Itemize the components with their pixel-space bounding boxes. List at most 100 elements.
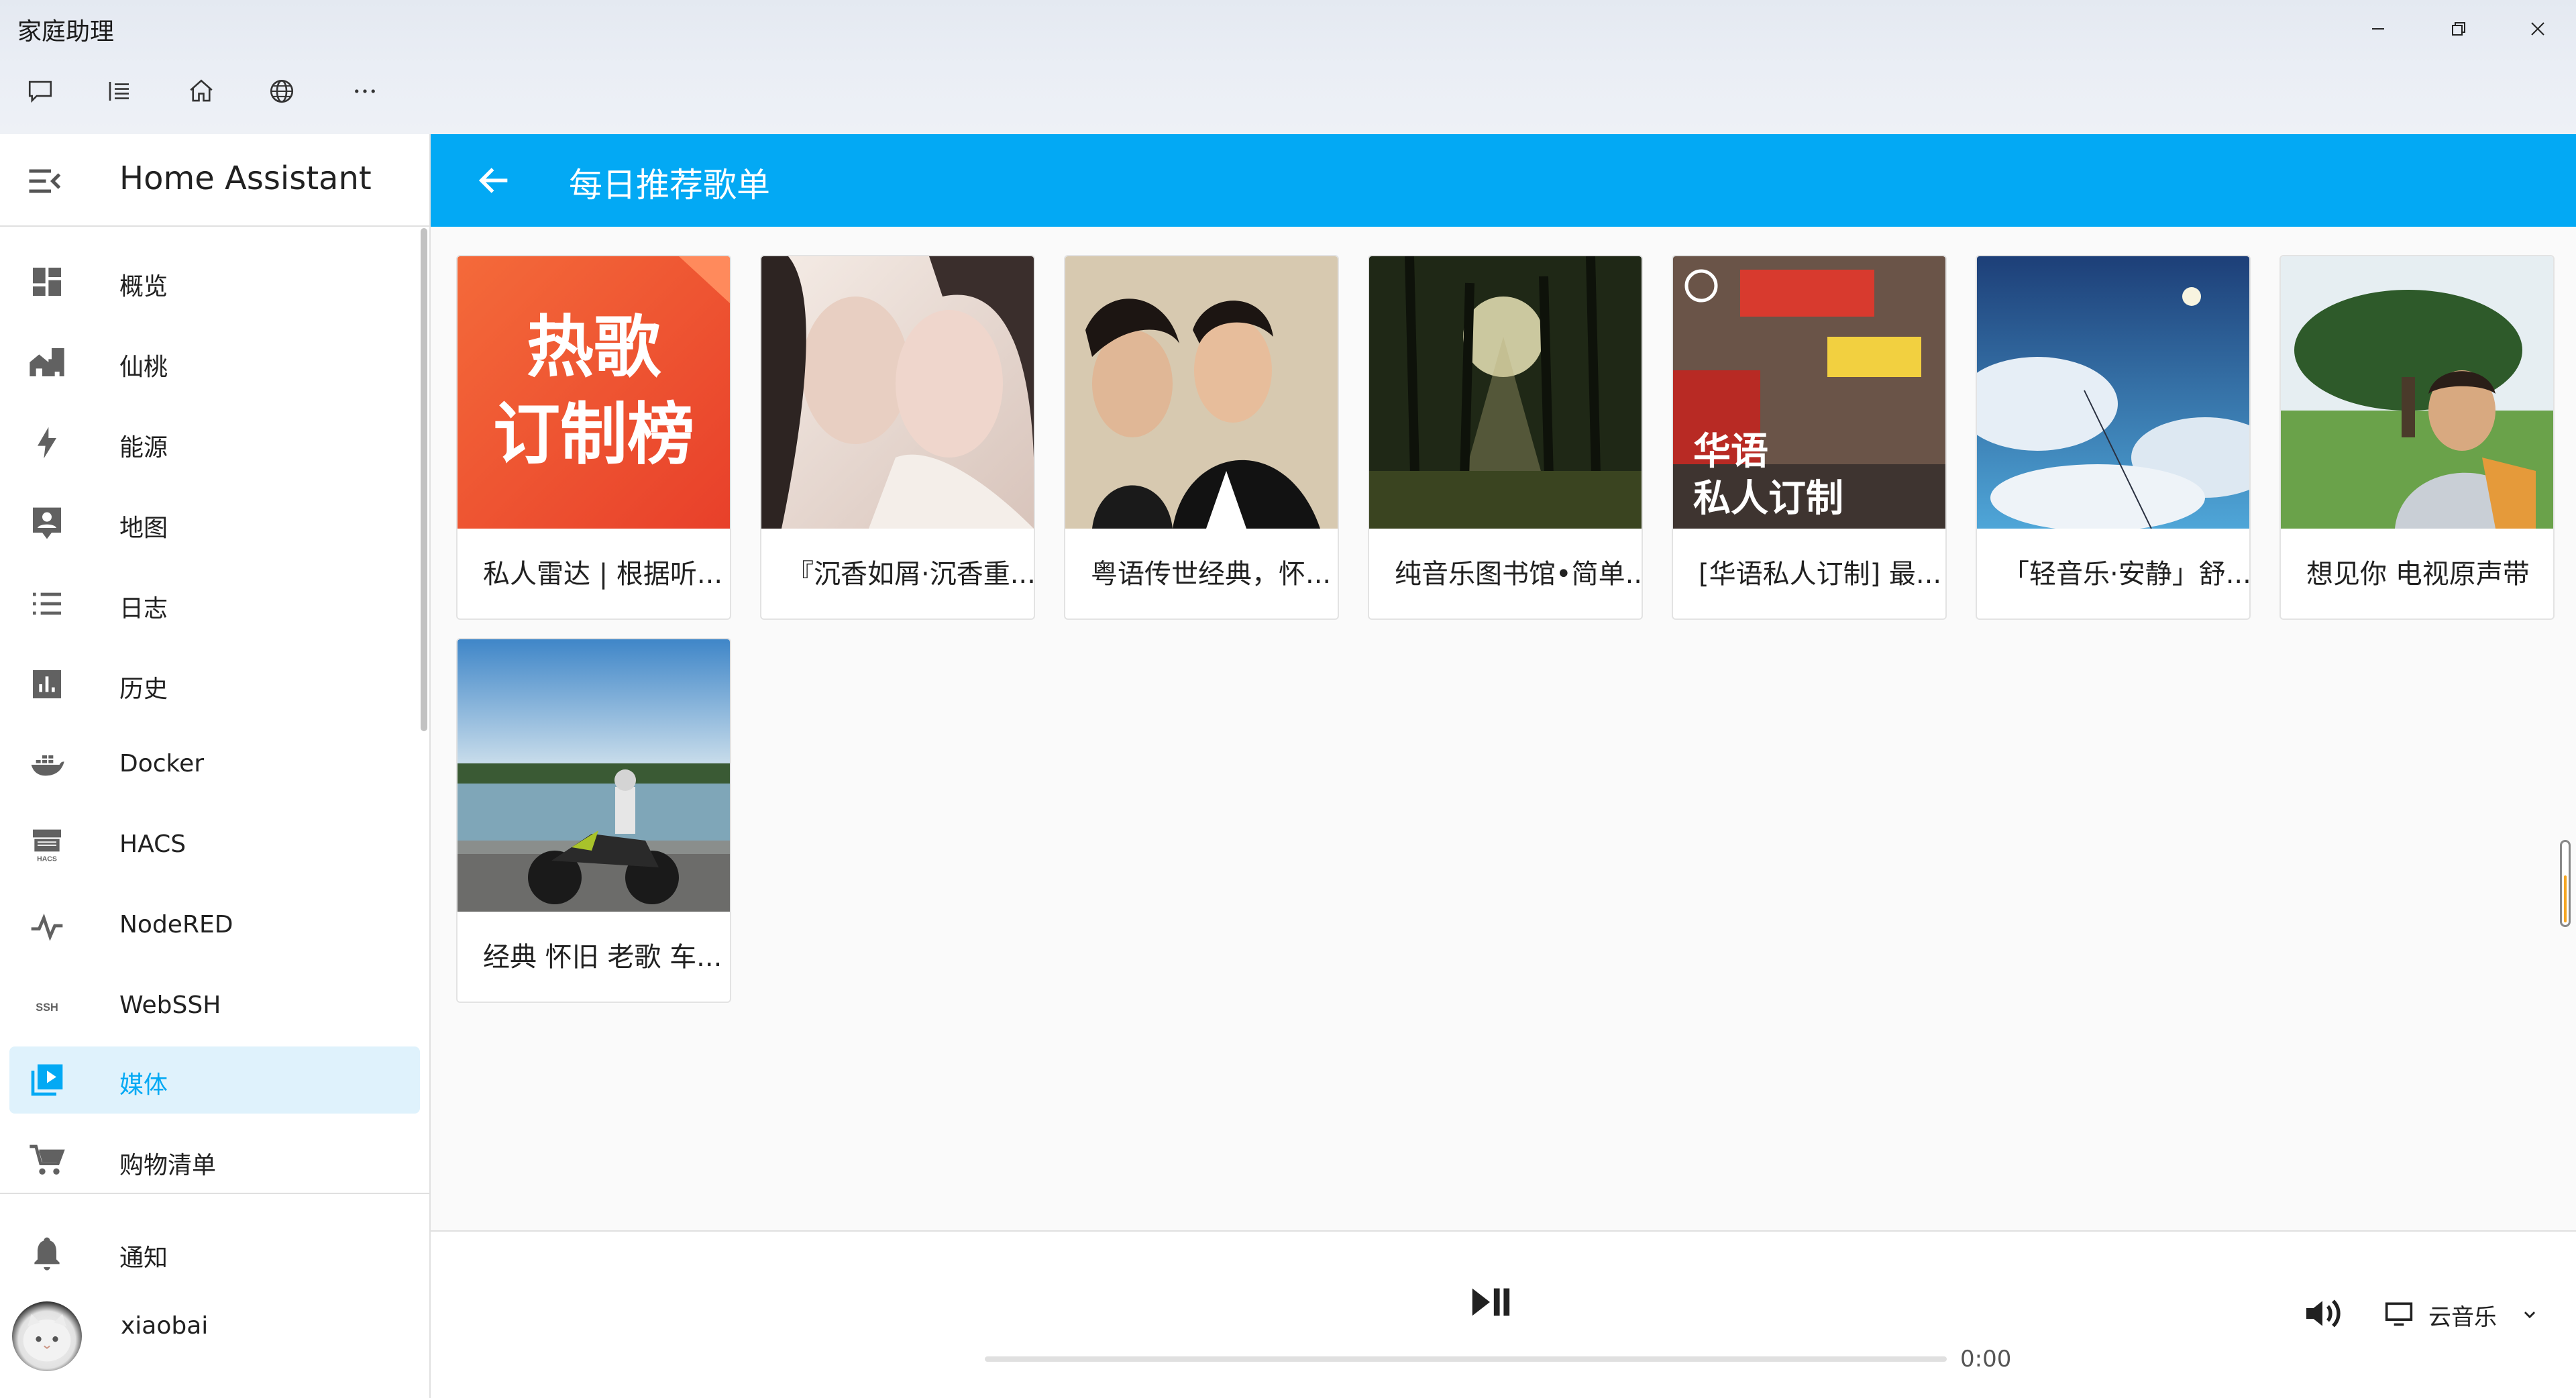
user-profile[interactable]: xiaobai	[94, 1293, 416, 1360]
sidebar-item-energy[interactable]: 能源	[9, 409, 420, 476]
playlist-cover	[1369, 256, 1642, 529]
sidebar-item-xiantao[interactable]: 仙桃	[9, 329, 420, 396]
globe-button[interactable]	[260, 70, 303, 113]
lightning-icon	[28, 424, 66, 462]
sidebar-item-label: 概览	[119, 273, 168, 301]
playlist-card[interactable]: 华语 私人订制 [华语私人订制] 最...	[1672, 255, 1947, 620]
sidebar-item-nodered[interactable]: NodeRED	[9, 892, 420, 959]
ssh-icon: SSH	[28, 987, 66, 1025]
playlist-title: 想见你 电视原声带	[2306, 559, 2530, 590]
sidebar-scrollbar[interactable]	[421, 228, 427, 731]
map-person-icon	[28, 504, 66, 542]
cat-avatar-icon	[23, 1313, 71, 1362]
sidebar: Home Assistant 概览 仙桃 能源 地图 日志 历史 Docker …	[0, 134, 431, 1398]
dashboard-icon	[28, 263, 66, 301]
playlist-card[interactable]: 「轻音乐·安静」舒...	[1976, 255, 2251, 620]
more-icon	[355, 89, 375, 93]
sidebar-item-label: 历史	[119, 676, 168, 703]
sidebar-item-label: 日志	[119, 595, 168, 623]
sidebar-item-logbook[interactable]: 日志	[9, 570, 420, 637]
volume-icon[interactable]	[2301, 1292, 2344, 1335]
sidebar-item-label: 媒体	[119, 1071, 168, 1099]
playlist-title: 经典 怀旧 老歌 车...	[483, 942, 722, 973]
sidebar-item-label: HACS	[119, 830, 186, 858]
hacs-icon: HACS	[28, 826, 66, 864]
playlist-title: [华语私人订制] 最...	[1699, 559, 1942, 590]
sidebar-item-label: 地图	[119, 515, 168, 542]
sidebar-item-webssh[interactable]: SSH WebSSH	[9, 973, 420, 1040]
avatar[interactable]	[12, 1301, 82, 1371]
user-name: xiaobai	[121, 1312, 209, 1340]
sidebar-item-label: 购物清单	[119, 1152, 217, 1179]
sidebar-item-history[interactable]: 历史	[9, 651, 420, 718]
media-source-label[interactable]: 云音乐	[2428, 1299, 2497, 1332]
sidebar-item-docker[interactable]: Docker	[9, 731, 420, 798]
playlist-title: 「轻音乐·安静」舒...	[2002, 559, 2249, 590]
playlist-card[interactable]: 经典 怀旧 老歌 车...	[456, 638, 731, 1003]
svg-text:私人订制: 私人订制	[1693, 477, 1843, 521]
menu-toggle-icon[interactable]	[24, 161, 64, 201]
home-icon	[190, 79, 213, 102]
list-icon	[109, 82, 129, 101]
home-city-icon	[28, 343, 66, 381]
playlist-title: 私人雷达 | 根据听...	[483, 559, 723, 590]
sidebar-item-label: NodeRED	[119, 911, 233, 938]
nodered-icon	[28, 907, 66, 945]
sidebar-item-notifications[interactable]: 通知	[9, 1220, 420, 1287]
sidebar-title: Home Assistant	[119, 160, 372, 197]
svg-text:HACS: HACS	[37, 855, 57, 863]
play-pause-icon[interactable]	[1466, 1279, 1513, 1326]
back-arrow-icon[interactable]	[475, 161, 514, 200]
playlist-card[interactable]: 纯音乐图书馆•简单...	[1368, 255, 1643, 620]
globe-icon	[270, 79, 294, 103]
playlist-cover: 热歌 订制榜	[458, 256, 730, 529]
sidebar-item-label: WebSSH	[119, 991, 221, 1019]
sidebar-item-label: Docker	[119, 750, 205, 777]
bell-icon	[28, 1234, 66, 1272]
content-scrollbar[interactable]	[2560, 840, 2571, 927]
notifications-label: 通知	[119, 1244, 168, 1272]
sidebar-item-map[interactable]: 地图	[9, 490, 420, 557]
close-button[interactable]	[2501, 0, 2575, 58]
playlist-title: 『沉香如屑·沉香重...	[787, 559, 1034, 590]
media-player-bar: 0:00 云音乐	[431, 1230, 2576, 1398]
progress-bar[interactable]	[985, 1356, 1947, 1362]
playlist-cover	[1977, 256, 2249, 531]
cart-icon	[28, 1142, 66, 1179]
playlist-title: 粤语传世经典，怀...	[1091, 559, 1332, 590]
app-header: 每日推荐歌单	[431, 134, 2576, 227]
sidebar-item-overview[interactable]: 概览	[9, 248, 420, 315]
sidebar-item-label: 能源	[119, 434, 168, 462]
svg-text:华语: 华语	[1693, 430, 1768, 474]
playlist-card[interactable]: 粤语传世经典，怀...	[1064, 255, 1339, 620]
list-button[interactable]	[98, 70, 141, 113]
home-button[interactable]	[180, 70, 223, 113]
sidebar-item-shopping-list[interactable]: 购物清单	[9, 1127, 420, 1194]
playlist-cover	[1065, 256, 1338, 529]
logbook-icon	[28, 585, 66, 623]
restore-button[interactable]	[2422, 0, 2496, 58]
media-icon	[28, 1061, 66, 1099]
svg-text:热歌: 热歌	[527, 308, 661, 386]
docker-icon	[28, 746, 66, 784]
playlist-card[interactable]: 『沉香如屑·沉香重...	[760, 255, 1035, 620]
restore-icon	[2452, 22, 2465, 36]
window-titlebar: 家庭助理	[0, 0, 2576, 134]
chevron-down-icon[interactable]	[2518, 1303, 2541, 1326]
playback-time: 0:00	[1960, 1346, 2012, 1373]
playlist-cover: 华语 私人订制	[1673, 256, 1945, 529]
playlist-title: 纯音乐图书馆•简单...	[1395, 559, 1642, 590]
sidebar-item-label: 仙桃	[119, 354, 168, 381]
playlist-card[interactable]: 想见你 电视原声带	[2279, 255, 2555, 620]
playlist-card[interactable]: 热歌 订制榜 私人雷达 | 根据听...	[456, 255, 731, 620]
sidebar-header: Home Assistant	[0, 134, 429, 227]
chat-button[interactable]	[19, 70, 62, 113]
close-icon	[2531, 22, 2544, 36]
minimize-button[interactable]	[2341, 0, 2415, 58]
sidebar-item-hacs[interactable]: HACS HACS	[9, 812, 420, 879]
page-title: 每日推荐歌单	[569, 166, 770, 205]
svg-text:订制榜: 订制榜	[493, 395, 694, 474]
playlist-cover	[2281, 256, 2553, 529]
sidebar-item-media[interactable]: 媒体	[9, 1046, 420, 1114]
more-button[interactable]	[343, 70, 386, 113]
